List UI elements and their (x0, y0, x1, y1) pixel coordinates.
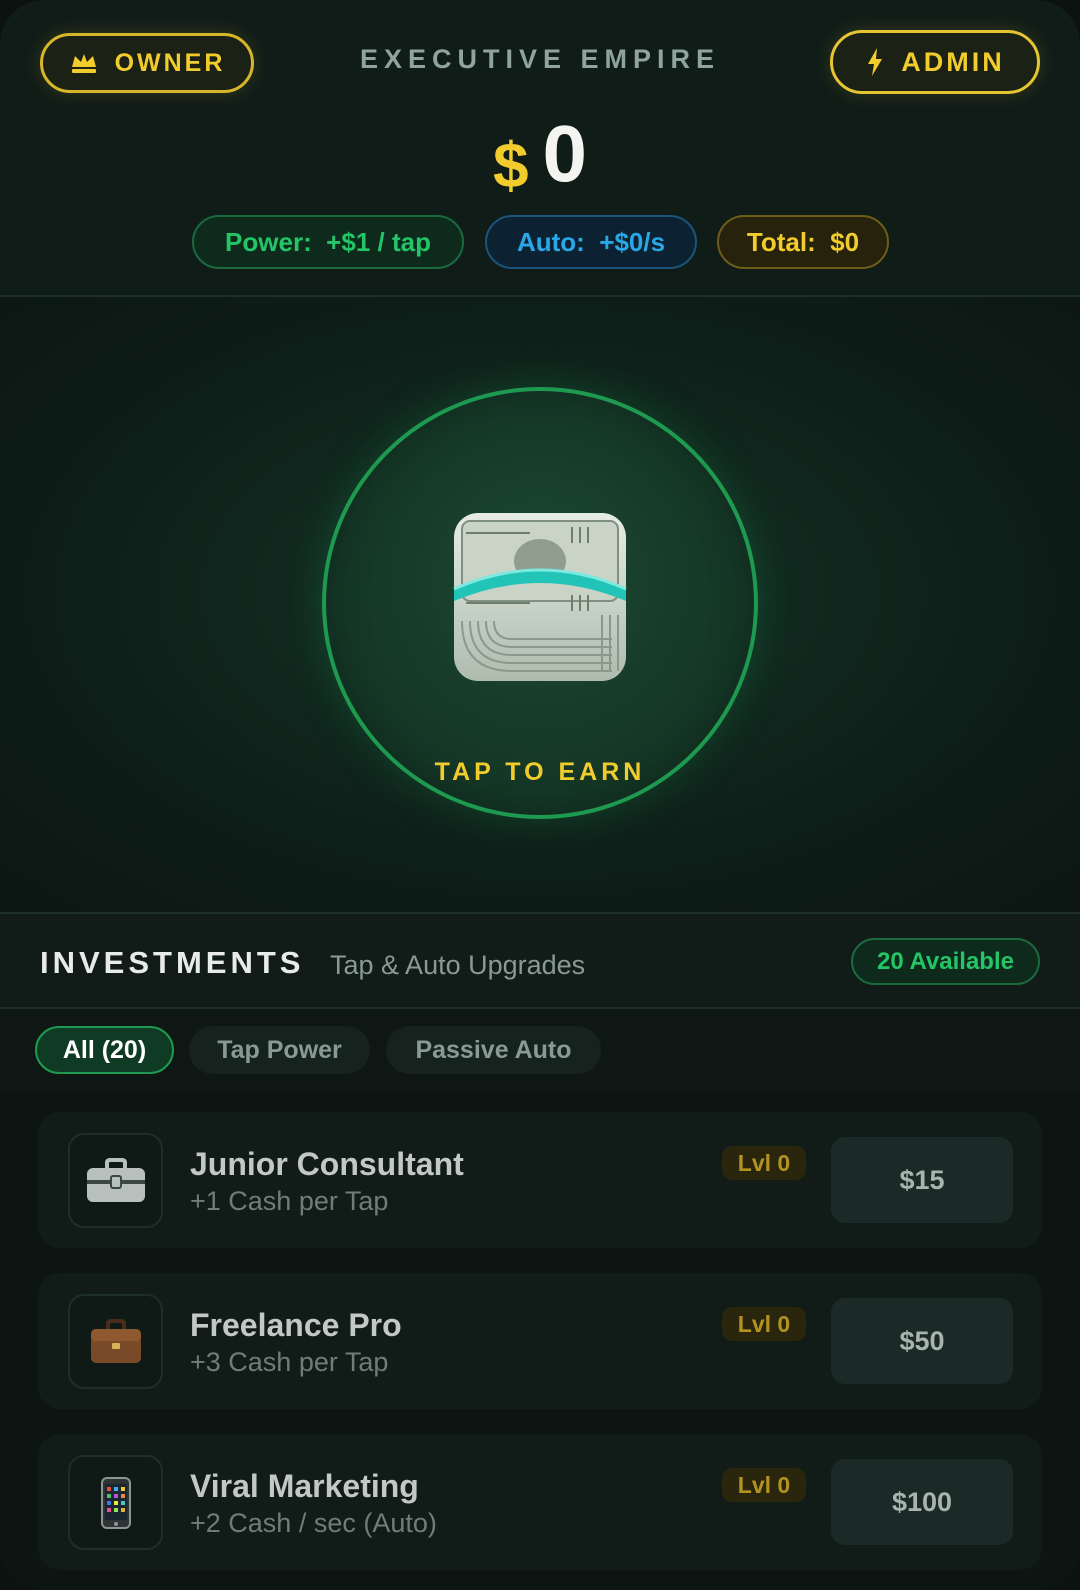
investment-card: Freelance Pro +3 Cash per Tap Lvl 0 $50 (38, 1273, 1042, 1409)
money-roll-icon (452, 511, 628, 683)
investments-header: INVESTMENTS Tap & Auto Upgrades 20 Avail… (0, 912, 1080, 1009)
buy-button[interactable]: $50 (831, 1298, 1013, 1384)
balance-display: $0 (0, 108, 1080, 202)
investment-name: Viral Marketing (190, 1468, 419, 1504)
investment-list: Junior Consultant +1 Cash per Tap Lvl 0 … (0, 1091, 1080, 1590)
filter-tabs: All (20) Tap Power Passive Auto (0, 1009, 1080, 1091)
total-stat-badge: Total: $0 (717, 215, 889, 269)
mobile-phone-icon (68, 1455, 163, 1550)
auto-stat-badge: Auto: +$0/s (485, 215, 697, 269)
buy-button[interactable]: $15 (831, 1137, 1013, 1223)
tab-tap-power[interactable]: Tap Power (189, 1026, 370, 1074)
admin-button[interactable]: ADMIN (830, 30, 1040, 94)
tap-to-earn-button[interactable]: TAP TO EARN (322, 387, 758, 819)
investment-card: Junior Consultant +1 Cash per Tap Lvl 0 … (38, 1112, 1042, 1248)
lightning-icon (865, 47, 885, 77)
investments-subtitle: Tap & Auto Upgrades (330, 950, 586, 980)
investment-description: +2 Cash / sec (Auto) (190, 1508, 437, 1538)
investment-card: Viral Marketing +2 Cash / sec (Auto) Lvl… (38, 1434, 1042, 1570)
admin-label: ADMIN (901, 46, 1005, 77)
currency-symbol: $ (492, 129, 529, 201)
available-count-badge: 20 Available (851, 938, 1040, 985)
level-badge: Lvl 0 (722, 1146, 806, 1180)
toolbox-icon (68, 1133, 163, 1228)
investment-description: +1 Cash per Tap (190, 1186, 389, 1216)
power-stat-badge: Power: +$1 / tap (192, 215, 464, 269)
briefcase-icon (68, 1294, 163, 1389)
level-badge: Lvl 0 (722, 1307, 806, 1341)
app-screen: OWNER EXECUTIVE EMPIRE ADMIN $0 Power: +… (0, 0, 1080, 1590)
buy-button[interactable]: $100 (831, 1459, 1013, 1545)
tap-to-earn-label: TAP TO EARN (434, 758, 646, 786)
level-badge: Lvl 0 (722, 1468, 806, 1502)
tap-area: TAP TO EARN (0, 297, 1080, 912)
investment-description: +3 Cash per Tap (190, 1347, 389, 1377)
balance-value: 0 (542, 109, 588, 198)
top-header: OWNER EXECUTIVE EMPIRE ADMIN $0 Power: +… (0, 0, 1080, 297)
investment-name: Junior Consultant (190, 1146, 464, 1182)
investments-title: INVESTMENTS (40, 945, 305, 980)
investment-name: Freelance Pro (190, 1307, 402, 1343)
tab-all[interactable]: All (20) (35, 1026, 174, 1074)
tab-passive-auto[interactable]: Passive Auto (386, 1026, 601, 1074)
